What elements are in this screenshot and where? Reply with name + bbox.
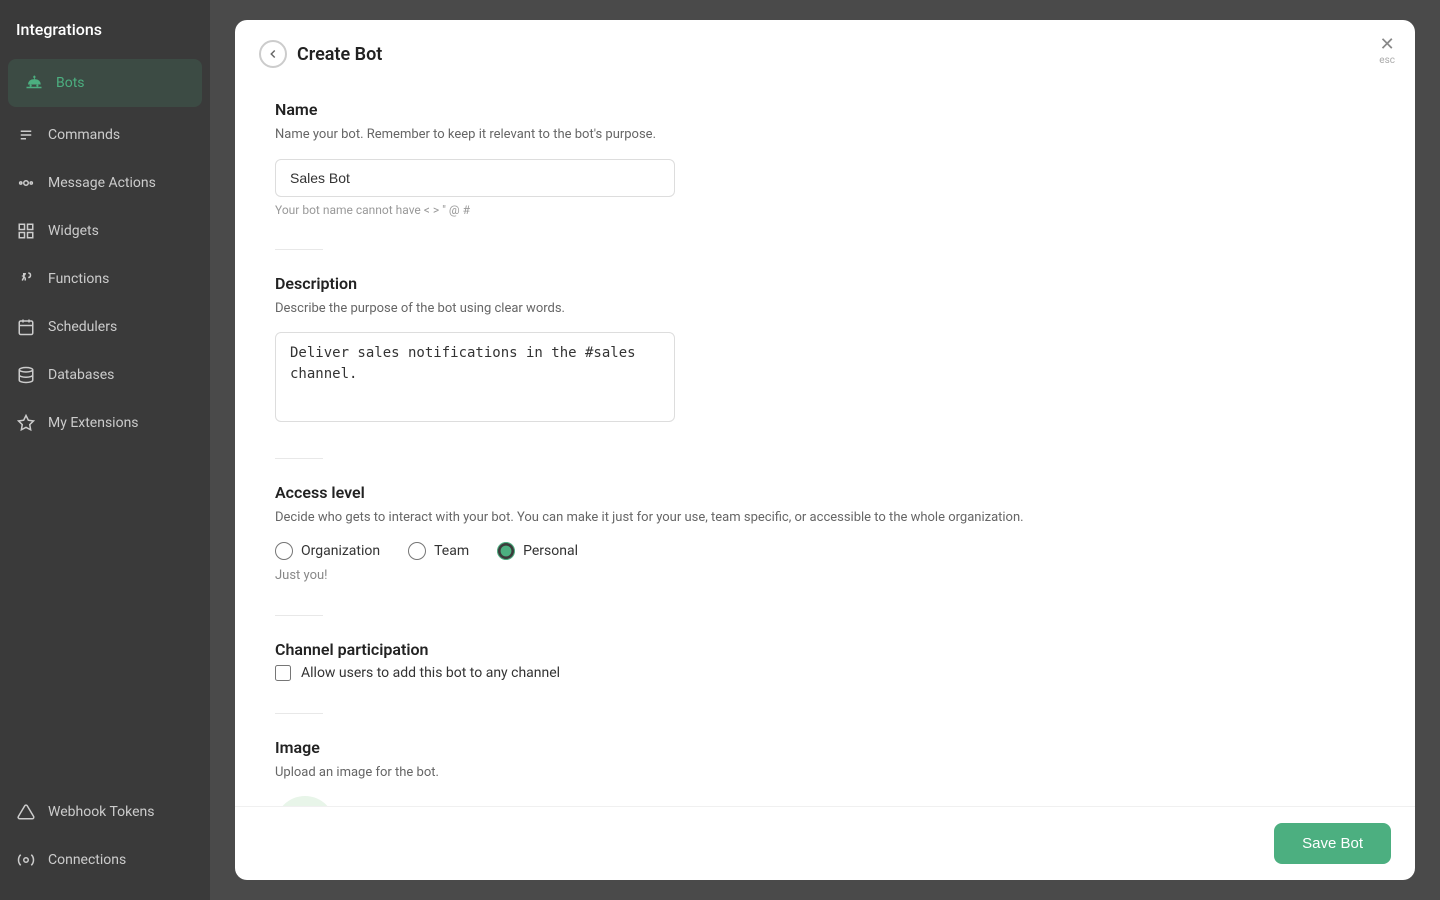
channel-participation-checkbox-text: Allow users to add this bot to any chann… (301, 665, 560, 681)
sidebar-item-label-bots: Bots (56, 75, 85, 91)
name-hint: Your bot name cannot have < > " @ # (275, 203, 1375, 217)
description-section: Description Describe the purpose of the … (275, 274, 1375, 427)
sidebar-item-label-databases: Databases (48, 367, 114, 383)
panel-title: Create Bot (297, 44, 382, 65)
sidebar-item-databases[interactable]: Databases (0, 351, 210, 399)
app-container: Integrations Bots Commands (0, 0, 1440, 900)
close-icon: ✕ (1380, 36, 1395, 54)
divider-3 (275, 615, 323, 616)
sidebar: Integrations Bots Commands (0, 0, 210, 900)
radio-organization-input[interactable] (275, 542, 293, 560)
sidebar-item-label-my-extensions: My Extensions (48, 415, 139, 431)
image-section: Image Upload an image for the bot. (275, 738, 1375, 807)
widgets-icon (16, 221, 36, 241)
create-bot-panel: Create Bot ✕ esc Name Name your bot. Rem… (235, 20, 1415, 880)
commands-icon (16, 125, 36, 145)
sidebar-item-label-message-actions: Message Actions (48, 175, 156, 191)
sidebar-item-my-extensions[interactable]: My Extensions (0, 399, 210, 447)
bot-description-input[interactable]: Deliver sales notifications in the #sale… (275, 332, 675, 422)
description-title: Description (275, 274, 1375, 293)
radio-team[interactable]: Team (408, 542, 469, 560)
connections-icon (16, 850, 36, 870)
sidebar-item-commands[interactable]: Commands (0, 111, 210, 159)
functions-icon (16, 269, 36, 289)
bot-image-preview[interactable] (275, 796, 335, 806)
bots-icon (24, 73, 44, 93)
name-title: Name (275, 100, 1375, 119)
sidebar-item-message-actions[interactable]: Message Actions (0, 159, 210, 207)
channel-participation-title: Channel participation (275, 640, 1375, 659)
sidebar-header: Integrations (0, 0, 210, 55)
radio-personal-label: Personal (523, 543, 578, 559)
image-desc: Upload an image for the bot. (275, 763, 1375, 783)
name-section: Name Name your bot. Remember to keep it … (275, 100, 1375, 217)
integrations-title: Integrations (16, 20, 102, 39)
panel-footer: Save Bot (235, 806, 1415, 880)
esc-label: esc (1379, 55, 1395, 66)
sidebar-item-schedulers[interactable]: Schedulers (0, 303, 210, 351)
webhook-tokens-icon (16, 802, 36, 822)
access-level-title: Access level (275, 483, 1375, 502)
channel-participation-section: Channel participation Allow users to add… (275, 640, 1375, 681)
message-actions-icon (16, 173, 36, 193)
sidebar-item-label-functions: Functions (48, 271, 109, 287)
channel-participation-checkbox-label[interactable]: Allow users to add this bot to any chann… (275, 665, 1375, 681)
sidebar-item-label-widgets: Widgets (48, 223, 99, 239)
schedulers-icon (16, 317, 36, 337)
back-button[interactable] (259, 40, 287, 68)
sidebar-item-functions[interactable]: Functions (0, 255, 210, 303)
radio-organization[interactable]: Organization (275, 542, 380, 560)
radio-team-label: Team (434, 543, 469, 559)
sidebar-item-connections[interactable]: Connections (0, 836, 210, 884)
my-extensions-icon (16, 413, 36, 433)
access-level-hint: Just you! (275, 568, 1375, 583)
close-button[interactable]: ✕ esc (1379, 36, 1395, 66)
name-description: Name your bot. Remember to keep it relev… (275, 125, 1375, 145)
divider-1 (275, 249, 323, 250)
divider-2 (275, 458, 323, 459)
sidebar-item-label-webhook-tokens: Webhook Tokens (48, 804, 154, 820)
access-level-desc: Decide who gets to interact with your bo… (275, 508, 1375, 528)
description-desc: Describe the purpose of the bot using cl… (275, 299, 1375, 319)
sidebar-bottom: Webhook Tokens Connections (0, 788, 210, 900)
sidebar-item-widgets[interactable]: Widgets (0, 207, 210, 255)
sidebar-item-bots[interactable]: Bots (8, 59, 202, 107)
radio-team-input[interactable] (408, 542, 426, 560)
save-bot-button[interactable]: Save Bot (1274, 823, 1391, 864)
panel-body: Name Name your bot. Remember to keep it … (235, 80, 1415, 806)
sidebar-item-label-schedulers: Schedulers (48, 319, 117, 335)
panel-header: Create Bot ✕ esc (235, 20, 1415, 80)
sidebar-item-webhook-tokens[interactable]: Webhook Tokens (0, 788, 210, 836)
radio-organization-label: Organization (301, 543, 380, 559)
sidebar-item-label-connections: Connections (48, 852, 126, 868)
sidebar-item-label-commands: Commands (48, 127, 120, 143)
access-level-radio-group: Organization Team Personal (275, 542, 1375, 560)
channel-participation-checkbox[interactable] (275, 665, 291, 681)
divider-4 (275, 713, 323, 714)
access-level-section: Access level Decide who gets to interact… (275, 483, 1375, 583)
databases-icon (16, 365, 36, 385)
bot-name-input[interactable] (275, 159, 675, 197)
main-content: Create Bot ✕ esc Name Name your bot. Rem… (210, 0, 1440, 900)
radio-personal-input[interactable] (497, 542, 515, 560)
radio-personal[interactable]: Personal (497, 542, 578, 560)
image-title: Image (275, 738, 1375, 757)
